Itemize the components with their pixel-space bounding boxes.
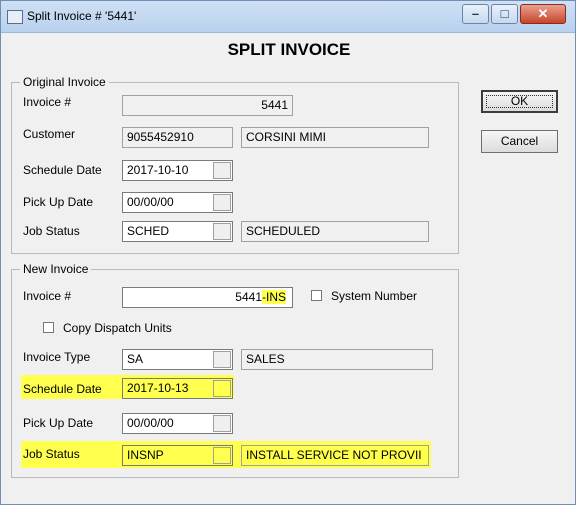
split-invoice-window: Split Invoice # '5441' – □ ✕ SPLIT INVOI… bbox=[0, 0, 576, 505]
original-pickup-date-dropdown[interactable] bbox=[213, 194, 231, 211]
original-job-status-dropdown[interactable] bbox=[213, 223, 231, 240]
window-title: Split Invoice # '5441' bbox=[27, 9, 137, 23]
maximize-button[interactable]: □ bbox=[491, 4, 518, 24]
original-job-status-desc: SCHEDULED bbox=[241, 221, 429, 242]
original-invoice-legend: Original Invoice bbox=[20, 75, 109, 89]
app-window-icon bbox=[7, 10, 23, 24]
copy-dispatch-units-checkbox[interactable] bbox=[43, 322, 54, 333]
system-number-checkbox[interactable] bbox=[311, 290, 322, 301]
copy-dispatch-units-label: Copy Dispatch Units bbox=[63, 321, 172, 335]
customer-name-field: CORSINI MIMI bbox=[241, 127, 429, 148]
original-schedule-date-dropdown[interactable] bbox=[213, 162, 231, 179]
ok-button-focus-ring bbox=[486, 95, 553, 108]
new-schedule-date-dropdown[interactable] bbox=[213, 380, 231, 397]
cancel-button-label: Cancel bbox=[500, 134, 539, 148]
original-invoice-number-field: 5441 bbox=[122, 95, 293, 116]
new-invoice-number-main: 5441 bbox=[235, 290, 262, 304]
new-invoice-number-field[interactable]: 5441-INS bbox=[122, 287, 293, 308]
original-job-status-label: Job Status bbox=[23, 224, 80, 238]
dialog-heading: SPLIT INVOICE bbox=[227, 40, 351, 59]
new-schedule-date-label: Schedule Date bbox=[23, 382, 102, 396]
invoice-type-dropdown[interactable] bbox=[213, 351, 231, 368]
ok-button[interactable]: OK bbox=[481, 90, 558, 113]
new-job-status-label: Job Status bbox=[23, 447, 80, 461]
invoice-type-desc: SALES bbox=[241, 349, 433, 370]
new-invoice-number-suffix: -INS bbox=[262, 290, 286, 304]
close-button[interactable]: ✕ bbox=[520, 4, 566, 24]
customer-phone-field: 9055452910 bbox=[122, 127, 233, 148]
new-job-status-dropdown[interactable] bbox=[213, 447, 231, 464]
minimize-icon: – bbox=[471, 6, 480, 21]
minimize-button[interactable]: – bbox=[462, 4, 489, 24]
title-bar: Split Invoice # '5441' – □ ✕ bbox=[1, 1, 575, 33]
original-schedule-date-label: Schedule Date bbox=[23, 163, 102, 177]
maximize-icon: □ bbox=[500, 6, 509, 21]
new-pickup-date-label: Pick Up Date bbox=[23, 416, 94, 430]
new-pickup-date-dropdown[interactable] bbox=[213, 415, 231, 432]
new-job-status-desc: INSTALL SERVICE NOT PROVII bbox=[241, 445, 429, 466]
close-icon: ✕ bbox=[537, 6, 549, 21]
original-invoice-number-label: Invoice # bbox=[23, 95, 72, 109]
new-invoice-number-label: Invoice # bbox=[23, 289, 72, 303]
cancel-button[interactable]: Cancel bbox=[481, 130, 558, 153]
customer-label: Customer bbox=[23, 127, 76, 141]
original-pickup-date-label: Pick Up Date bbox=[23, 195, 94, 209]
new-invoice-legend: New Invoice bbox=[20, 262, 92, 276]
system-number-label: System Number bbox=[331, 289, 418, 303]
invoice-type-label: Invoice Type bbox=[23, 350, 91, 364]
